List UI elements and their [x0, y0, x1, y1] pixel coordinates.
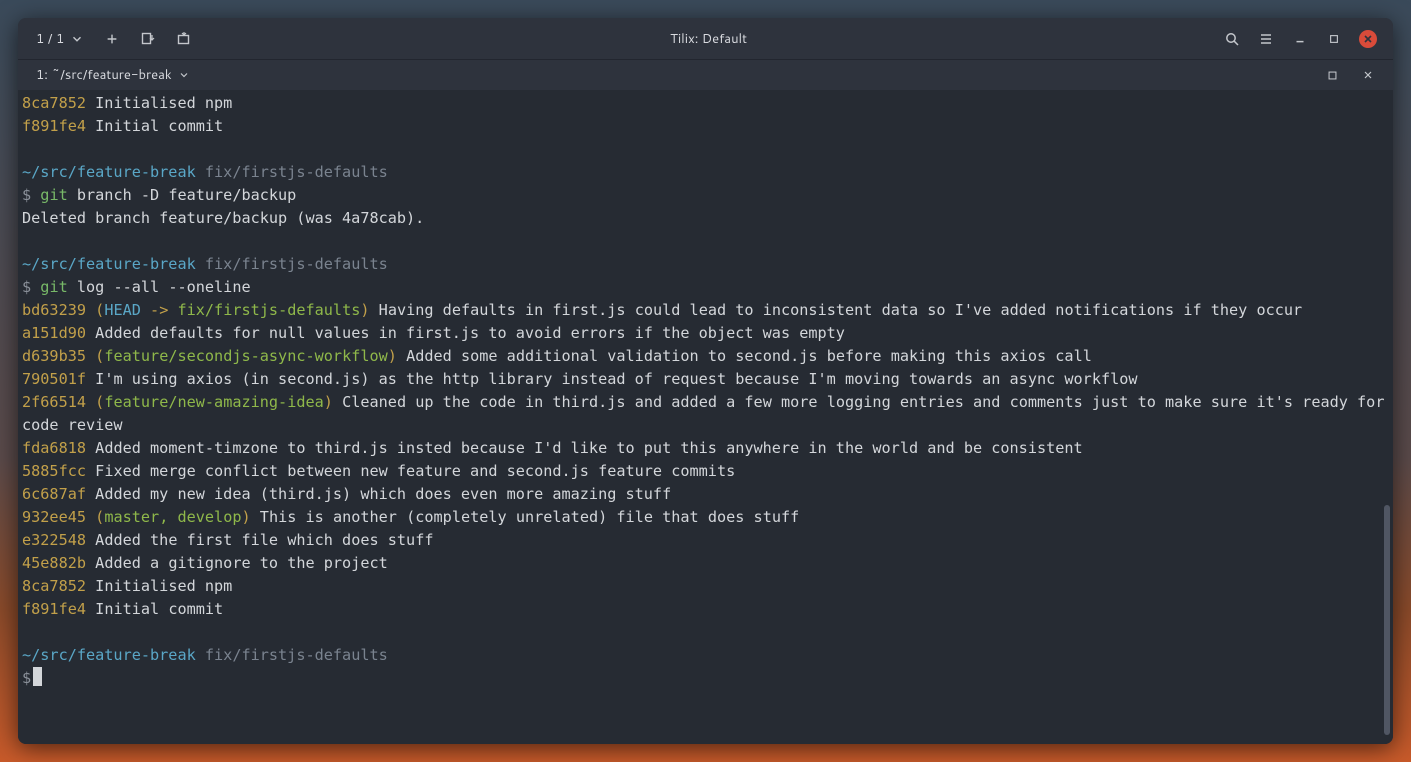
app-window: 1 / 1 Tilix: Default	[18, 18, 1393, 744]
tab-maximize-button[interactable]	[1317, 61, 1347, 89]
terminal-tab-label: 1: ~/src/feature-break	[36, 66, 172, 84]
close-icon	[1362, 69, 1374, 81]
titlebar-right	[1217, 25, 1383, 53]
terminal-line: 8ca7852 Initialised npm	[22, 575, 1389, 598]
titlebar: 1 / 1 Tilix: Default	[18, 18, 1393, 60]
chevron-down-icon	[70, 32, 84, 46]
session-counter-label: 1 / 1	[36, 30, 64, 48]
terminal-line: e322548 Added the first file which does …	[22, 529, 1389, 552]
terminal-line	[22, 138, 1389, 161]
terminal-line: Deleted branch feature/backup (was 4a78c…	[22, 207, 1389, 230]
minimize-button[interactable]	[1285, 25, 1315, 53]
menu-button[interactable]	[1251, 25, 1281, 53]
terminal-line: 932ee45 (master, develop) This is anothe…	[22, 506, 1389, 529]
add-terminal-right-button[interactable]	[168, 25, 200, 53]
terminal-line: fda6818 Added moment-timzone to third.js…	[22, 437, 1389, 460]
scrollbar-thumb[interactable]	[1384, 505, 1390, 735]
terminal-line: ~/src/feature-break fix/firstjs-defaults	[22, 161, 1389, 184]
close-button[interactable]	[1353, 25, 1383, 53]
hamburger-icon	[1258, 31, 1274, 47]
terminal-line: $ git branch -D feature/backup	[22, 184, 1389, 207]
session-counter[interactable]: 1 / 1	[28, 25, 92, 53]
terminal-line: $ git log --all --oneline	[22, 276, 1389, 299]
terminal-right-icon	[176, 31, 192, 47]
terminal-down-icon	[140, 31, 156, 47]
terminal-line: 790501f I'm using axios (in second.js) a…	[22, 368, 1389, 391]
window-title: Tilix: Default	[200, 30, 1217, 48]
maximize-icon	[1328, 33, 1340, 45]
search-button[interactable]	[1217, 25, 1247, 53]
terminal-line: $	[22, 667, 1389, 690]
maximize-button[interactable]	[1319, 25, 1349, 53]
terminal-line: 5885fcc Fixed merge conflict between new…	[22, 460, 1389, 483]
add-terminal-button[interactable]	[96, 25, 128, 53]
minimize-icon	[1293, 32, 1307, 46]
terminal-line: ~/src/feature-break fix/firstjs-defaults	[22, 644, 1389, 667]
plus-icon	[105, 32, 119, 46]
terminal-line: f891fe4 Initial commit	[22, 598, 1389, 621]
terminal-line: bd63239 (HEAD -> fix/firstjs-defaults) H…	[22, 299, 1389, 322]
add-terminal-down-button[interactable]	[132, 25, 164, 53]
chevron-down-icon	[178, 69, 190, 81]
terminal-line: ~/src/feature-break fix/firstjs-defaults	[22, 253, 1389, 276]
terminal-line: f891fe4 Initial commit	[22, 115, 1389, 138]
terminal-line: 8ca7852 Initialised npm	[22, 92, 1389, 115]
scrollbar[interactable]	[1383, 90, 1391, 744]
search-icon	[1224, 31, 1240, 47]
close-icon	[1359, 30, 1377, 48]
tab-close-button[interactable]	[1353, 61, 1383, 89]
terminal-line	[22, 230, 1389, 253]
tabbar-right	[1317, 61, 1383, 89]
terminal-pane[interactable]: 8ca7852 Initialised npmf891fe4 Initial c…	[18, 90, 1393, 744]
tabbar: 1: ~/src/feature-break	[18, 60, 1393, 90]
cursor	[33, 667, 42, 686]
terminal-line	[22, 621, 1389, 644]
terminal-tab[interactable]: 1: ~/src/feature-break	[28, 62, 198, 88]
maximize-icon	[1327, 70, 1338, 81]
terminal-line: d639b35 (feature/secondjs-async-workflow…	[22, 345, 1389, 368]
terminal-line: 6c687af Added my new idea (third.js) whi…	[22, 483, 1389, 506]
terminal-line: 45e882b Added a gitignore to the project	[22, 552, 1389, 575]
terminal-line: 2f66514 (feature/new-amazing-idea) Clean…	[22, 391, 1389, 437]
terminal-line: a151d90 Added defaults for null values i…	[22, 322, 1389, 345]
titlebar-left: 1 / 1	[28, 25, 200, 53]
